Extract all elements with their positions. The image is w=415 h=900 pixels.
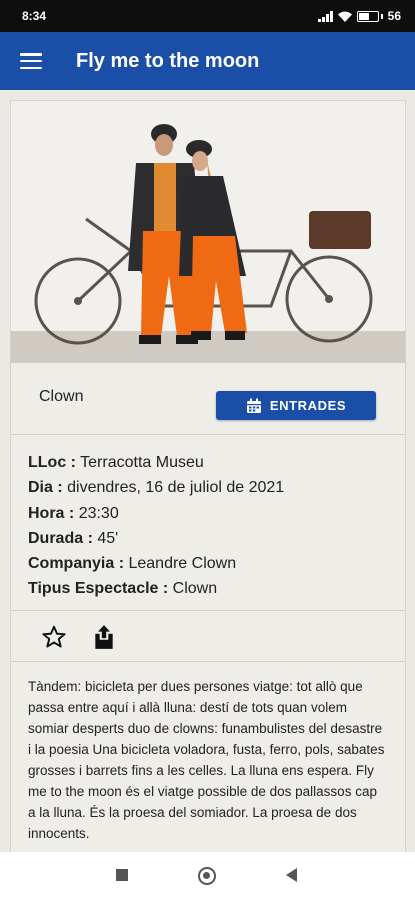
action-row bbox=[11, 612, 405, 662]
detail-show-type: Tipus Espectacle : Clown bbox=[28, 580, 218, 598]
status-bar: 8:34 56 bbox=[0, 0, 415, 32]
menu-icon[interactable] bbox=[20, 53, 42, 69]
wifi-icon bbox=[337, 11, 352, 22]
tickets-button-label: ENTRADES bbox=[269, 398, 347, 413]
tickets-button[interactable]: ENTRADES bbox=[216, 391, 376, 420]
detail-venue: LLoc : Terracotta Museu bbox=[28, 454, 204, 471]
genre-row: Clown ENTRADES bbox=[11, 363, 405, 435]
event-details: LLoc : Terracotta Museu Dia : divendres,… bbox=[11, 436, 405, 611]
detail-date: Dia : divendres, 16 de juliol de 2021 bbox=[28, 479, 285, 497]
detail-time: Hora : 23:30 bbox=[28, 504, 119, 522]
battery-level: 56 bbox=[387, 9, 401, 23]
detail-company: Companyia : Leandre Clown bbox=[28, 555, 237, 573]
battery-icon bbox=[356, 10, 383, 22]
status-icons: 56 bbox=[317, 9, 401, 23]
event-description: Tàndem: bicicleta per dues persones viat… bbox=[28, 679, 385, 841]
recents-button[interactable] bbox=[116, 869, 128, 881]
app-bar: Fly me to the moon bbox=[0, 32, 415, 90]
share-icon[interactable] bbox=[93, 624, 115, 650]
system-nav-bar bbox=[0, 852, 415, 900]
status-time: 8:34 bbox=[22, 9, 47, 23]
page-title: Fly me to the moon bbox=[76, 49, 260, 72]
home-button[interactable] bbox=[198, 867, 216, 885]
event-image bbox=[11, 101, 405, 363]
detail-duration: Durada : 45' bbox=[28, 529, 119, 547]
back-button[interactable] bbox=[286, 868, 297, 882]
genre-label: Clown bbox=[39, 388, 84, 405]
star-icon[interactable] bbox=[41, 624, 67, 650]
calendar-icon bbox=[246, 398, 261, 413]
event-card: Clown ENTRADES LLoc : Terracotta Museu D… bbox=[10, 100, 406, 860]
signal-icon bbox=[317, 10, 333, 22]
